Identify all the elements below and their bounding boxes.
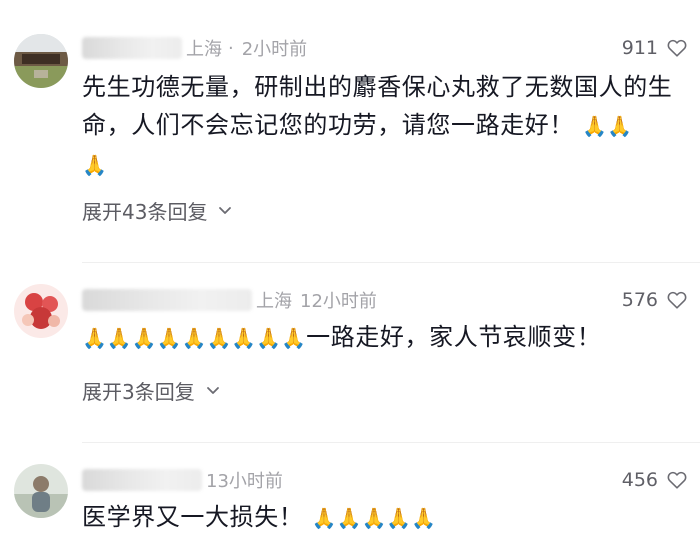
- expand-replies-label: 展开3条回复: [82, 379, 195, 404]
- comment-meta: 13小时前: [82, 467, 283, 493]
- heart-outline-icon[interactable]: [666, 37, 688, 59]
- like-count: 576: [621, 289, 658, 311]
- comment-text: 🙏🙏🙏🙏🙏🙏🙏🙏🙏一路走好，家人节哀顺变！: [82, 318, 682, 357]
- like-button[interactable]: 456: [622, 467, 688, 493]
- comment-text: 先生功德无量，研制出的麝香保心丸救了无数国人的生命，人们不会忘记您的功劳，请您一…: [82, 68, 682, 184]
- folded-hands-emoji: 🙏🙏🙏🙏🙏: [311, 506, 437, 530]
- comment-item: 上海 12小时前 576 🙏🙏🙏🙏🙏🙏🙏🙏🙏一路走好，家人节哀顺变！ 展开3条回…: [0, 270, 700, 420]
- comment-body: 一路走好，家人节哀顺变！: [306, 323, 602, 351]
- username-redacted[interactable]: [82, 469, 202, 491]
- username-redacted[interactable]: [82, 289, 252, 311]
- comment-meta: 上海 12小时前: [82, 287, 377, 313]
- comment-location: 上海: [186, 39, 222, 60]
- like-button[interactable]: 576: [622, 287, 688, 313]
- like-count: 456: [621, 469, 658, 491]
- expand-replies-button[interactable]: 展开3条回复: [82, 375, 221, 405]
- expand-replies-label: 展开43条回复: [82, 199, 208, 224]
- avatar-image: [14, 34, 68, 88]
- divider: [82, 262, 700, 263]
- comment-time: 2小时前: [241, 39, 308, 60]
- meta-separator: ·: [228, 37, 234, 59]
- like-button[interactable]: 911: [622, 35, 688, 61]
- comment-meta: 上海 · 2小时前: [82, 35, 307, 61]
- avatar[interactable]: [14, 34, 68, 88]
- comment-item: 13小时前 456 医学界又一大损失！ 🙏🙏🙏🙏🙏: [0, 450, 700, 552]
- chevron-down-icon: [206, 387, 219, 394]
- folded-hands-emoji: 🙏🙏: [582, 114, 633, 138]
- folded-hands-emoji: 🙏: [82, 153, 107, 177]
- comment-time: 13小时前: [206, 471, 283, 492]
- comment-item: 上海 · 2小时前 911 先生功德无量，研制出的麝香保心丸救了无数国人的生命，…: [0, 0, 700, 240]
- avatar[interactable]: [14, 464, 68, 518]
- avatar[interactable]: [14, 284, 68, 338]
- avatar-image: [14, 464, 68, 518]
- username-redacted[interactable]: [82, 37, 182, 59]
- like-count: 911: [621, 37, 658, 59]
- comment-time: 12小时前: [300, 291, 377, 312]
- folded-hands-emoji: 🙏🙏🙏🙏🙏🙏🙏🙏🙏: [82, 326, 307, 350]
- comment-location: 上海: [256, 291, 292, 312]
- expand-replies-button[interactable]: 展开43条回复: [82, 195, 233, 225]
- comment-body: 医学界又一大损失！: [82, 503, 304, 531]
- heart-outline-icon[interactable]: [666, 289, 688, 311]
- divider: [82, 442, 700, 443]
- chevron-down-icon: [219, 207, 232, 214]
- heart-outline-icon[interactable]: [666, 469, 688, 491]
- avatar-image: [14, 284, 68, 338]
- comment-text: 医学界又一大损失！ 🙏🙏🙏🙏🙏: [82, 498, 682, 537]
